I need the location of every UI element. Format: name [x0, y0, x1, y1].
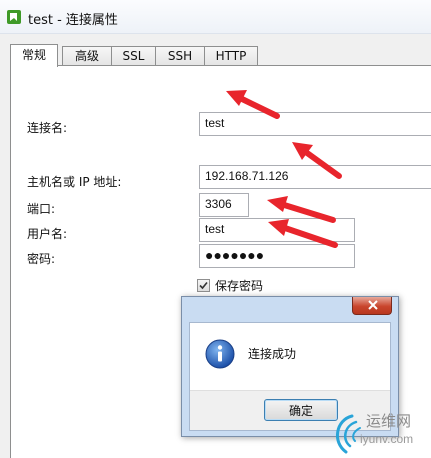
password-field[interactable]: ●●●●●●● — [199, 244, 355, 268]
dialog-close-button[interactable] — [352, 297, 392, 315]
host-field[interactable]: 192.168.71.126 — [199, 165, 431, 189]
title-bar: test - 连接属性 — [0, 0, 431, 34]
dialog-message: 连接成功 — [248, 347, 297, 361]
save-password-label: 保存密码 — [215, 279, 264, 293]
checkmark-icon — [199, 281, 208, 290]
connection-name-label: 连接名: — [27, 121, 68, 135]
tab-http[interactable]: HTTP — [204, 46, 258, 66]
tab-general[interactable]: 常规 — [10, 44, 58, 67]
site-watermark: 运维网 iyunv.com — [330, 408, 431, 458]
info-icon — [205, 339, 235, 369]
watermark-brand: 运维网 — [366, 412, 412, 430]
ok-button[interactable]: 确定 — [264, 399, 338, 421]
checkbox-box[interactable] — [197, 279, 210, 292]
close-icon — [368, 300, 378, 310]
window-title: test - 连接属性 — [28, 13, 118, 28]
navicat-connection-icon — [7, 10, 21, 24]
port-label: 端口: — [27, 202, 56, 216]
username-label: 用户名: — [27, 227, 68, 241]
watermark-site: iyunv.com — [360, 432, 414, 446]
tab-ssh[interactable]: SSH — [155, 46, 205, 66]
password-label: 密码: — [27, 252, 56, 266]
connection-name-field[interactable]: test — [199, 112, 431, 136]
username-field[interactable]: test — [199, 218, 355, 242]
tab-advanced[interactable]: 高级 — [62, 46, 112, 66]
port-field[interactable]: 3306 — [199, 193, 249, 217]
host-label: 主机名或 IP 地址: — [27, 175, 122, 189]
tab-ssl[interactable]: SSL — [111, 46, 156, 66]
